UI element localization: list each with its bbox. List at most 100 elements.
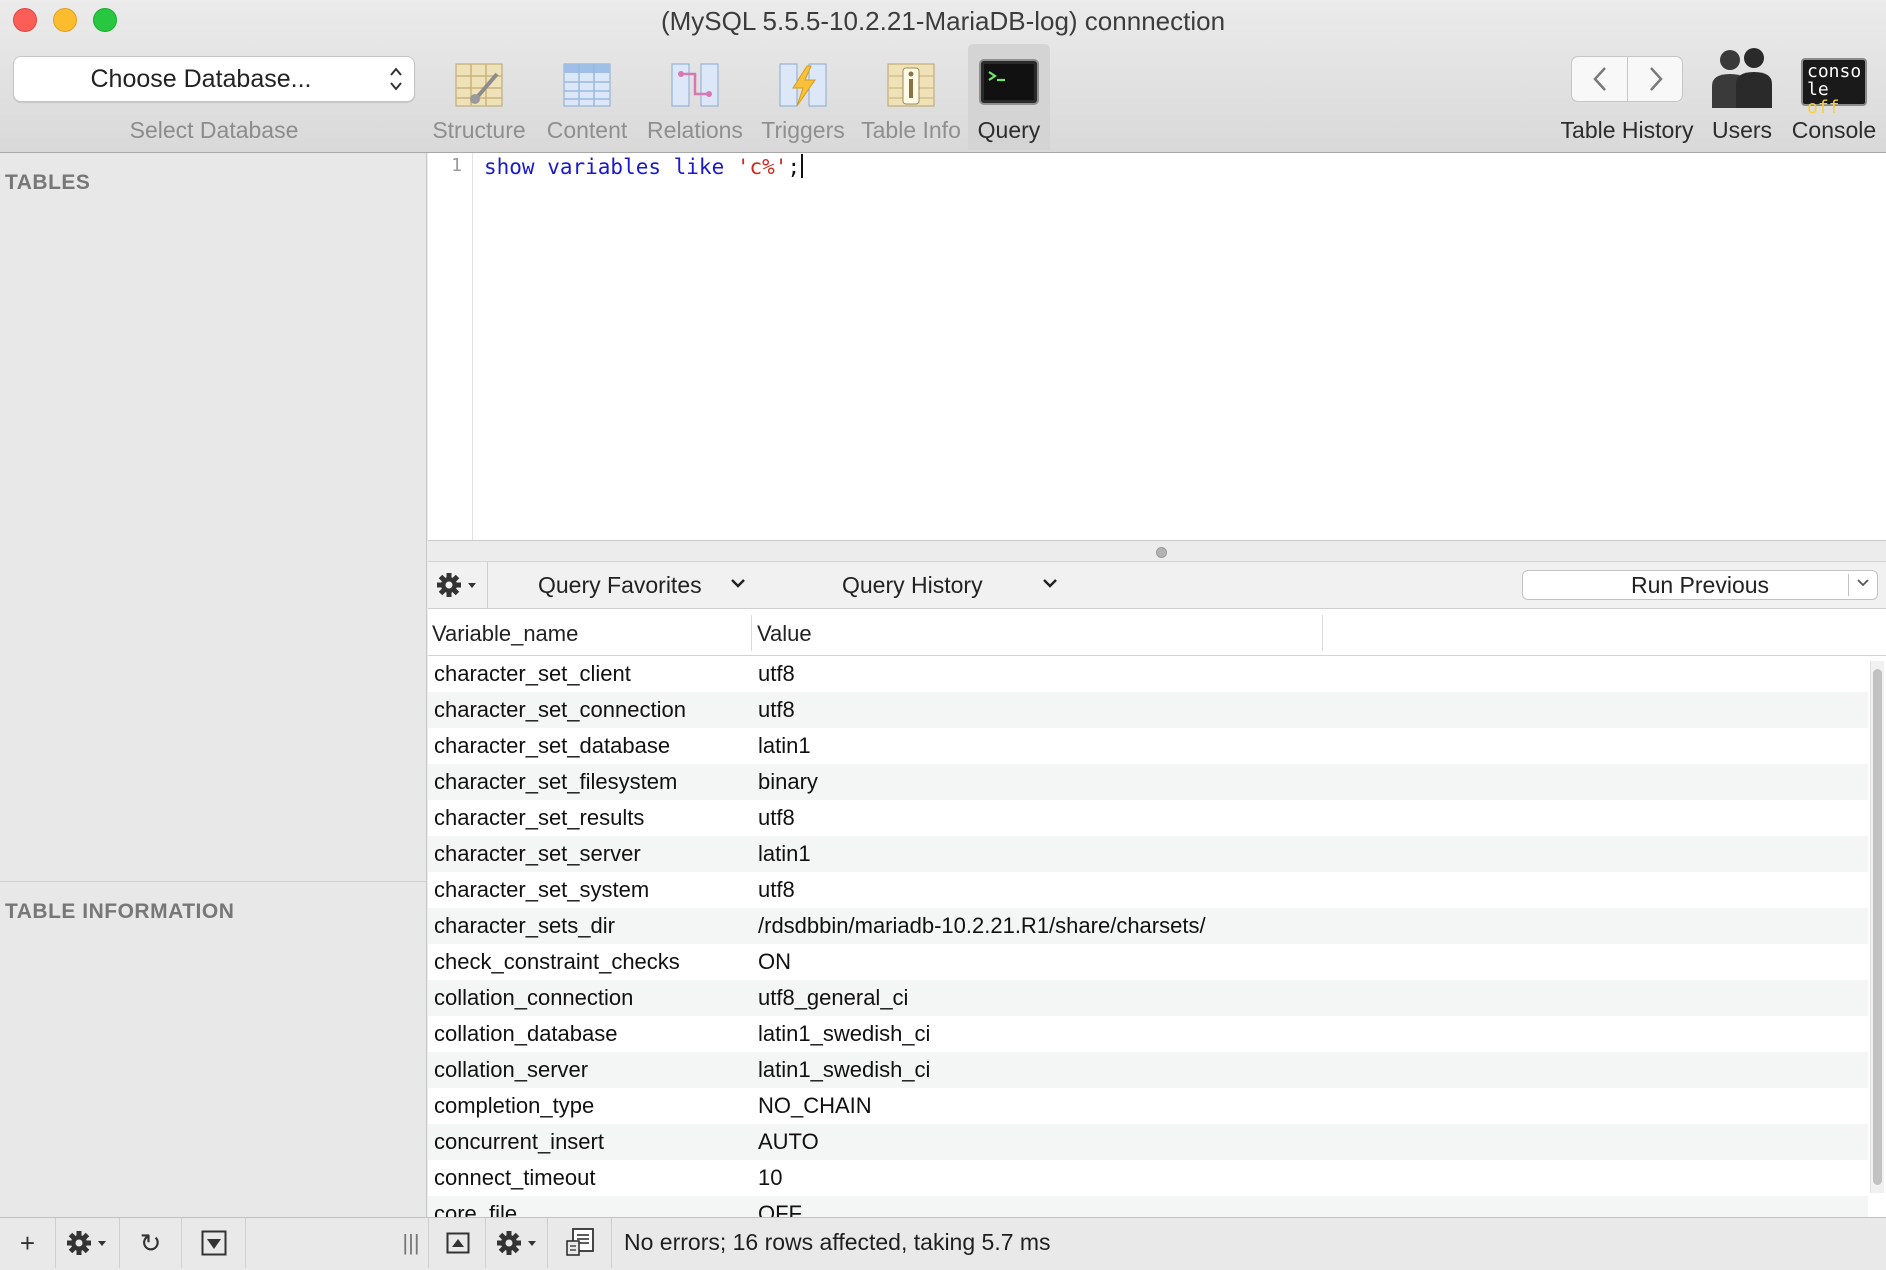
results-actions-button[interactable] xyxy=(486,1218,548,1268)
run-previous-label: Run Previous xyxy=(1630,572,1770,598)
cell-value: utf8 xyxy=(758,805,795,830)
table-row[interactable]: connect_timeout 10 xyxy=(428,1160,1868,1196)
chevron-down-icon xyxy=(1043,579,1057,588)
cell-variable-name: connect_timeout xyxy=(434,1165,596,1190)
content-grid-icon xyxy=(563,63,611,107)
column-header-variable-name[interactable]: Variable_name xyxy=(432,621,578,647)
table-row[interactable]: character_set_filesystem binary xyxy=(428,764,1868,800)
table-row[interactable]: character_set_server latin1 xyxy=(428,836,1868,872)
table-row[interactable]: character_set_system utf8 xyxy=(428,872,1868,908)
tab-query-label: Query xyxy=(977,117,1041,143)
structure-icon xyxy=(455,63,503,107)
cell-variable-name: collation_database xyxy=(434,1021,618,1046)
splitter-handle[interactable] xyxy=(1156,547,1167,558)
table-row[interactable]: character_set_client utf8 xyxy=(428,656,1868,692)
query-editor[interactable]: 1 show variables like 'c%'; xyxy=(428,153,1886,540)
table-row[interactable]: completion_type NO_CHAIN xyxy=(428,1088,1868,1124)
cell-variable-name: collation_connection xyxy=(434,985,634,1010)
toolbar: (MySQL 5.5.5-10.2.21-MariaDB-log) connne… xyxy=(0,0,1886,153)
cell-value: latin1 xyxy=(758,841,811,866)
tab-table-info[interactable]: Table Info xyxy=(860,44,962,150)
table-actions-button[interactable] xyxy=(56,1218,120,1268)
tab-relations-label: Relations xyxy=(647,117,743,143)
results-scrollbar[interactable] xyxy=(1870,661,1884,1193)
cell-variable-name: character_set_database xyxy=(434,733,671,758)
forward-button[interactable] xyxy=(1628,57,1683,101)
gear-icon xyxy=(437,573,476,597)
table-row[interactable]: character_set_results utf8 xyxy=(428,800,1868,836)
console-label: Console xyxy=(1791,117,1877,143)
cell-variable-name: completion_type xyxy=(434,1093,595,1118)
tab-triggers[interactable]: Triggers xyxy=(752,44,854,150)
users-label: Users xyxy=(1711,117,1773,143)
tab-structure[interactable]: Structure xyxy=(428,44,530,150)
relations-icon xyxy=(671,63,719,107)
query-actions-button[interactable] xyxy=(428,562,488,608)
table-row[interactable]: core_file OFF xyxy=(428,1196,1868,1217)
results-header: Variable_name Value xyxy=(428,609,1886,656)
chevron-right-icon xyxy=(1649,67,1663,91)
tab-triggers-label: Triggers xyxy=(761,117,845,143)
cell-variable-name: character_set_server xyxy=(434,841,641,866)
database-select[interactable]: Choose Database... xyxy=(13,56,415,102)
table-row[interactable]: collation_server latin1_swedish_ci xyxy=(428,1052,1868,1088)
editor-results-splitter[interactable] xyxy=(428,540,1886,562)
cell-value: 10 xyxy=(758,1165,783,1190)
table-row[interactable]: character_sets_dir/rdsdbbin/mariadb-10.2… xyxy=(428,908,1868,944)
cell-variable-name: character_set_system xyxy=(434,877,650,902)
window-title: (MySQL 5.5.5-10.2.21-MariaDB-log) connne… xyxy=(660,6,1226,36)
resize-grip-icon: ||| xyxy=(402,1230,420,1255)
select-database-label: Select Database xyxy=(129,117,299,143)
cell-variable-name: character_sets_dir xyxy=(434,913,615,938)
console-button[interactable]: conso le off xyxy=(1801,58,1867,117)
table-row[interactable]: collation_connection utf8_general_ci xyxy=(428,980,1868,1016)
database-select-value: Choose Database... xyxy=(90,65,312,93)
table-row[interactable]: character_set_database latin1 xyxy=(428,728,1868,764)
chevron-down-icon xyxy=(731,579,745,588)
cell-value: OFF xyxy=(758,1201,802,1217)
run-previous-button[interactable]: Run Previous xyxy=(1522,570,1878,600)
refresh-button[interactable]: ↻ xyxy=(120,1218,182,1268)
sql-terminator: ; xyxy=(787,155,801,179)
tab-query[interactable]: Query xyxy=(968,44,1050,150)
query-log-button[interactable] xyxy=(548,1218,612,1268)
back-button[interactable] xyxy=(1572,57,1627,101)
cell-value: latin1 xyxy=(758,733,811,758)
line-number-gutter: 1 xyxy=(428,153,473,540)
table-row[interactable]: check_constraint_checks ON xyxy=(428,944,1868,980)
tab-content[interactable]: Content xyxy=(536,44,638,150)
tab-relations[interactable]: Relations xyxy=(644,44,746,150)
results-table: Variable_name Value character_set_client… xyxy=(428,609,1886,1217)
table-row[interactable]: collation_database latin1_swedish_ci xyxy=(428,1016,1868,1052)
cell-variable-name: character_set_connection xyxy=(434,697,686,722)
scrollbar-thumb[interactable] xyxy=(1873,669,1882,1185)
add-table-button[interactable]: + xyxy=(0,1218,56,1268)
table-row[interactable]: concurrent_insert AUTO xyxy=(428,1124,1868,1160)
sidebar-divider[interactable] xyxy=(0,881,426,882)
toggle-editor-button[interactable] xyxy=(428,1218,486,1268)
column-header-value[interactable]: Value xyxy=(757,621,812,647)
filter-tables-button[interactable] xyxy=(182,1218,246,1268)
query-text[interactable]: show variables like 'c%'; xyxy=(484,153,804,181)
sql-keywords: show variables like xyxy=(484,155,725,179)
refresh-icon: ↻ xyxy=(139,1228,162,1258)
bottom-bar: + ↻ ||| No errors; 16 rows affected, tak… xyxy=(0,1217,1886,1270)
sidebar: TABLES TABLE INFORMATION xyxy=(0,153,427,1217)
table-information-header: TABLE INFORMATION xyxy=(5,900,235,923)
cell-value: ON xyxy=(758,949,791,974)
cell-variable-name: core_file xyxy=(434,1201,518,1217)
triggers-icon xyxy=(779,63,827,107)
chevron-down-icon[interactable] xyxy=(1856,577,1870,589)
table-row[interactable]: character_set_connection utf8 xyxy=(428,692,1868,728)
chevron-left-icon xyxy=(1592,67,1606,91)
cell-variable-name: check_constraint_checks xyxy=(434,949,680,974)
cell-value: utf8 xyxy=(758,661,795,686)
sidebar-resize-handle[interactable]: ||| xyxy=(396,1218,426,1268)
cell-value: utf8 xyxy=(758,877,795,902)
document-list-icon xyxy=(566,1228,594,1256)
tab-structure-label: Structure xyxy=(432,117,526,143)
query-favorites-label: Query Favorites xyxy=(538,572,702,598)
query-history-label: Query History xyxy=(842,572,983,598)
results-rows: character_set_client utf8 character_set_co… xyxy=(428,656,1868,1217)
tables-header: TABLES xyxy=(5,171,91,194)
